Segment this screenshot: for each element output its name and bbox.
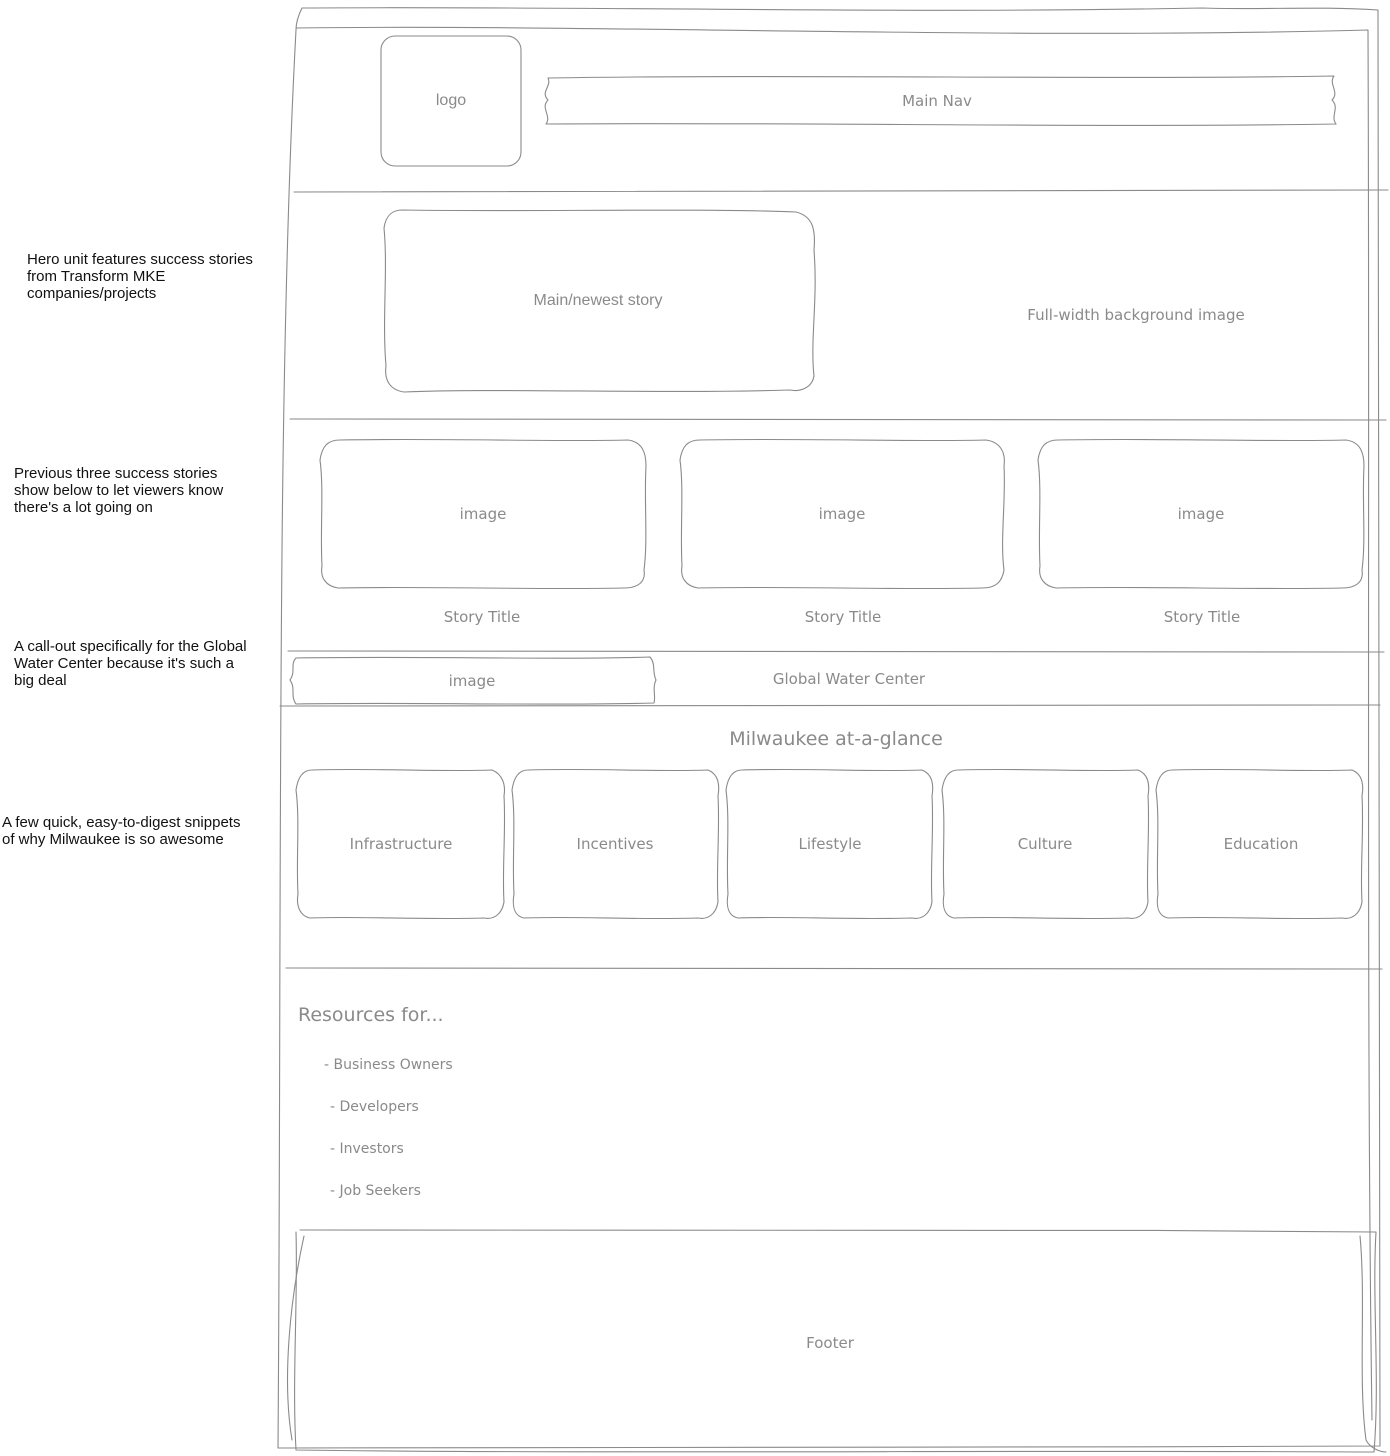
- water-annotation: A call-out specifically for the Global W…: [14, 638, 247, 689]
- divider-header: [293, 189, 1389, 193]
- story-title[interactable]: Story Title: [805, 608, 882, 626]
- glance-item-infrastructure[interactable]: Infrastructure: [350, 835, 453, 853]
- hero-main-story[interactable]: Main/newest story: [534, 292, 663, 310]
- divider-stories: [287, 650, 1385, 653]
- water-title[interactable]: Global Water Center: [773, 670, 925, 688]
- resource-link-developers[interactable]: - Developers: [330, 1099, 419, 1115]
- glance-item-lifestyle[interactable]: Lifestyle: [798, 835, 861, 853]
- resource-link-investors[interactable]: - Investors: [330, 1141, 404, 1157]
- story-title[interactable]: Story Title: [1164, 608, 1241, 626]
- glance-item-education[interactable]: Education: [1224, 835, 1299, 853]
- resource-link-job-seekers[interactable]: - Job Seekers: [330, 1183, 421, 1199]
- divider-glance: [285, 967, 1383, 970]
- story-title[interactable]: Story Title: [444, 608, 521, 626]
- story-image[interactable]: image: [460, 505, 507, 523]
- glance-item-culture[interactable]: Culture: [1018, 835, 1073, 853]
- story-image[interactable]: image: [1178, 505, 1225, 523]
- story-image[interactable]: image: [819, 505, 866, 523]
- page-frame-inner: [295, 26, 1373, 1421]
- stories-annotation: Previous three success stories show belo…: [14, 465, 224, 516]
- divider-hero: [289, 418, 1387, 421]
- logo: logo: [435, 92, 467, 109]
- divider-water: [279, 704, 1381, 707]
- resource-link-business-owners[interactable]: - Business Owners: [324, 1057, 453, 1073]
- hero-annotation: Hero unit features success stories from …: [27, 251, 253, 302]
- glance-item-incentives[interactable]: Incentives: [577, 835, 654, 853]
- resources-title: Resources for...: [298, 1004, 444, 1026]
- water-image[interactable]: image: [449, 672, 496, 690]
- wireframe-sketch: [277, 7, 1389, 1453]
- main-nav[interactable]: Main Nav: [902, 92, 972, 110]
- glance-annotation: A few quick, easy-to-digest snippets of …: [2, 814, 241, 848]
- hero-background-image: Full-width background image: [1027, 306, 1245, 324]
- glance-title: Milwaukee at-a-glance: [729, 728, 943, 750]
- footer-label: Footer: [806, 1334, 854, 1352]
